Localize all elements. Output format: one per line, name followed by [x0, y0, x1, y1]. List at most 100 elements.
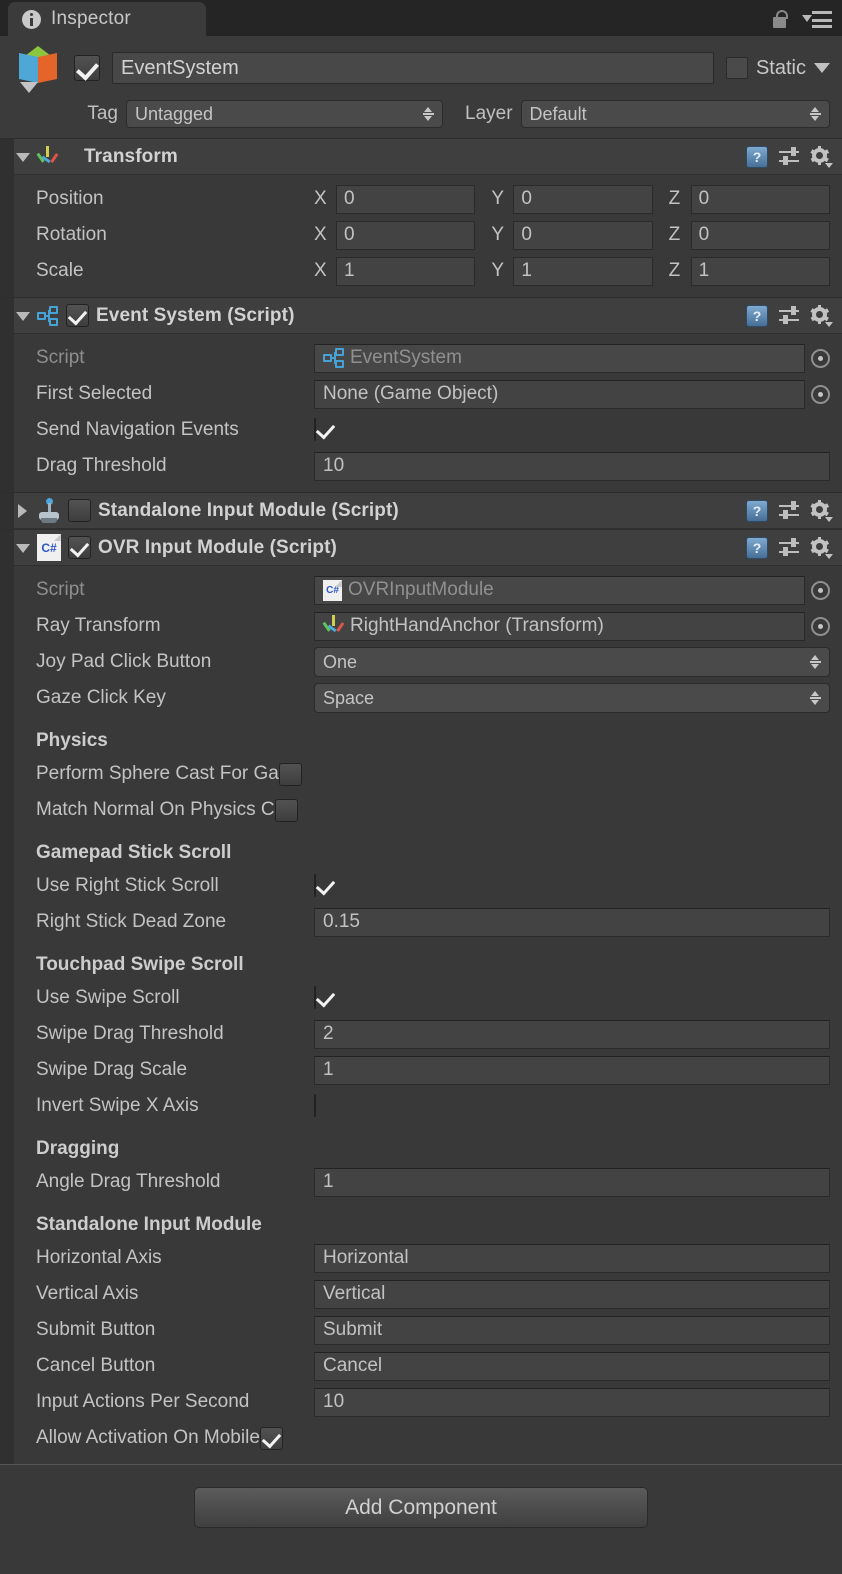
vertical-axis-input[interactable]: Vertical — [314, 1279, 830, 1309]
object-picker-icon[interactable] — [811, 384, 830, 404]
input-actions-per-second-input[interactable]: 10 — [314, 1387, 830, 1417]
gear-icon[interactable] — [810, 536, 833, 559]
axis-x-label: X — [314, 224, 327, 245]
gameobject-enabled-checkbox[interactable] — [74, 55, 100, 81]
row-swipe-drag-scale: Swipe Drag Scale 1 — [14, 1052, 842, 1088]
tag-dropdown[interactable]: Untagged — [126, 100, 443, 128]
use-right-stick-scroll-checkbox[interactable] — [314, 874, 316, 897]
send-navigation-events-checkbox[interactable] — [314, 418, 316, 441]
row-label: Ray Transform — [36, 615, 161, 636]
position-x-input[interactable]: 0 — [336, 184, 476, 214]
inspector-window: Inspector EventSystem Static Tag Untagge… — [0, 0, 842, 1574]
submit-button-input[interactable]: Submit — [314, 1315, 830, 1345]
lock-icon[interactable] — [773, 10, 790, 29]
static-checkbox[interactable] — [725, 57, 748, 79]
ray-transform-object-field[interactable]: RightHandAnchor (Transform) — [314, 611, 805, 641]
rotation-y-input[interactable]: 0 — [513, 220, 653, 250]
script-object-field[interactable]: C# OVRInputModule — [314, 575, 805, 605]
perform-sphere-cast-for-gaze-checkbox[interactable] — [278, 762, 302, 786]
gear-icon[interactable] — [810, 499, 833, 522]
row-use-swipe-scroll: Use Swipe Scroll — [14, 980, 842, 1016]
transform-axis-icon — [36, 145, 59, 168]
section-header-physics: Physics — [36, 730, 108, 751]
component-header-event-system[interactable]: Event System (Script) ? — [0, 298, 842, 334]
row-script: Script C# OVRInputModule — [14, 572, 842, 608]
object-picker-icon[interactable] — [811, 348, 830, 368]
preset-icon[interactable] — [778, 537, 800, 559]
help-icon[interactable]: ? — [746, 304, 768, 327]
foldout-arrow-icon[interactable] — [16, 309, 30, 323]
row-label: Swipe Drag Threshold — [36, 1023, 224, 1044]
component-enabled-checkbox[interactable] — [68, 499, 91, 522]
component-header-transform[interactable]: Transform ? — [0, 139, 842, 175]
axis-z-label: Z — [668, 188, 681, 209]
invert-swipe-x-axis-checkbox[interactable] — [314, 1094, 316, 1117]
foldout-arrow-icon[interactable] — [16, 150, 30, 164]
help-icon[interactable]: ? — [746, 145, 768, 168]
match-normal-on-physics-collider-checkbox[interactable] — [274, 798, 298, 822]
object-picker-icon[interactable] — [811, 616, 830, 636]
object-picker-icon[interactable] — [811, 580, 830, 600]
row-label: Script — [36, 347, 85, 368]
position-z-input[interactable]: 0 — [690, 184, 830, 214]
rotation-z-input[interactable]: 0 — [690, 220, 830, 250]
angle-drag-threshold-input[interactable]: 1 — [314, 1167, 830, 1197]
gameobject-name-input[interactable]: EventSystem — [112, 52, 714, 84]
cancel-button-input[interactable]: Cancel — [314, 1351, 830, 1381]
row-swipe-drag-threshold: Swipe Drag Threshold 2 — [14, 1016, 842, 1052]
help-icon[interactable]: ? — [746, 536, 768, 559]
row-perform-sphere-cast-for-gaze: Perform Sphere Cast For Ga — [14, 756, 842, 792]
gaze-click-key-dropdown[interactable]: Space — [314, 683, 830, 713]
script-object-field[interactable]: EventSystem — [314, 343, 805, 373]
foldout-arrow-icon[interactable] — [16, 503, 30, 518]
component-header-ovr-input-module[interactable]: C# OVR Input Module (Script) ? — [0, 530, 842, 566]
component-enabled-checkbox[interactable] — [68, 536, 91, 559]
allow-activation-on-mobile-checkbox[interactable] — [259, 1426, 283, 1450]
gear-icon[interactable] — [810, 145, 833, 168]
layer-dropdown[interactable]: Default — [520, 100, 830, 128]
use-swipe-scroll-checkbox[interactable] — [314, 986, 316, 1009]
row-label: Vertical Axis — [36, 1283, 139, 1304]
foldout-arrow-icon[interactable] — [16, 541, 30, 555]
csharp-script-icon: C# — [323, 579, 342, 601]
help-icon[interactable]: ? — [746, 499, 768, 522]
static-label: Static — [755, 56, 806, 79]
script-object-value: OVRInputModule — [348, 579, 494, 600]
preset-icon[interactable] — [778, 500, 800, 522]
row-label: Angle Drag Threshold — [36, 1171, 221, 1192]
add-component-button[interactable]: Add Component — [194, 1487, 648, 1528]
position-y-input[interactable]: 0 — [513, 184, 653, 214]
row-input-actions-per-second: Input Actions Per Second 10 — [14, 1384, 842, 1420]
row-submit-button: Submit Button Submit — [14, 1312, 842, 1348]
component-header-standalone-input-module[interactable]: Standalone Input Module (Script) ? — [0, 493, 842, 529]
rotation-x-input[interactable]: 0 — [336, 220, 476, 250]
row-label: Match Normal On Physics C — [36, 799, 275, 820]
preset-icon[interactable] — [778, 305, 800, 327]
preset-icon[interactable] — [778, 146, 800, 168]
cube-prefab-icon[interactable] — [14, 44, 62, 93]
swipe-drag-scale-input[interactable]: 1 — [314, 1055, 830, 1085]
gaze-click-key-value: Space — [323, 687, 375, 708]
row-match-normal-on-physics-collider: Match Normal On Physics C — [14, 792, 842, 828]
gear-icon[interactable] — [810, 304, 833, 327]
scale-x-input[interactable]: 1 — [336, 256, 476, 286]
tab-bar-actions — [773, 10, 832, 29]
tab-inspector[interactable]: Inspector — [8, 2, 206, 36]
right-stick-dead-zone-input[interactable]: 0.15 — [314, 907, 830, 937]
scale-z-input[interactable]: 1 — [690, 256, 830, 286]
chevron-down-icon[interactable] — [814, 63, 830, 73]
row-label: Position — [36, 188, 104, 209]
inspector-body: EventSystem Static Tag Untagged Layer De… — [0, 36, 842, 1574]
swipe-drag-threshold-input[interactable]: 2 — [314, 1019, 830, 1049]
horizontal-axis-input[interactable]: Horizontal — [314, 1243, 830, 1273]
component-enabled-checkbox[interactable] — [66, 304, 89, 327]
hamburger-menu-icon[interactable] — [802, 11, 832, 28]
first-selected-object-field[interactable]: None (Game Object) — [314, 379, 805, 409]
row-label: Use Swipe Scroll — [36, 987, 180, 1008]
drag-threshold-input[interactable]: 10 — [314, 451, 830, 481]
row-ray-transform: Ray Transform RightHandAnchor (Transform… — [14, 608, 842, 644]
scale-y-input[interactable]: 1 — [513, 256, 653, 286]
component-transform: Transform ? Position X 0 Y 0 Z 0 Rotatio… — [0, 138, 842, 297]
joy-pad-click-button-dropdown[interactable]: One — [314, 647, 830, 677]
row-use-right-stick-scroll: Use Right Stick Scroll — [14, 868, 842, 904]
